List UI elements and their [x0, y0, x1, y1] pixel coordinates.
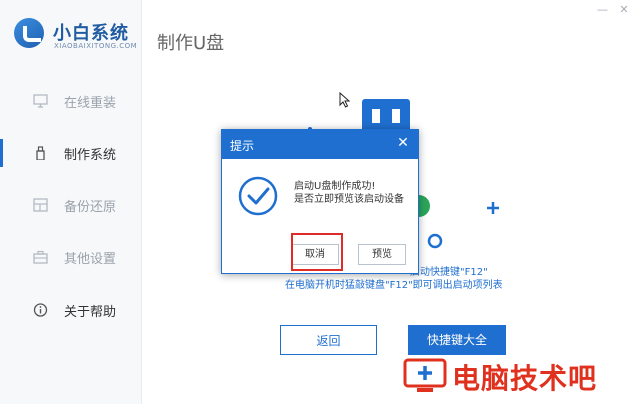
- cancel-highlight-box: [291, 233, 343, 271]
- back-button[interactable]: 返回: [280, 325, 377, 355]
- sidebar-item-online-reinstall[interactable]: 在线重装: [0, 79, 141, 123]
- usb-illustration-slot: [372, 109, 380, 123]
- ring-icon: [427, 233, 443, 249]
- sidebar-item-label: 备份还原: [64, 200, 117, 215]
- logo-subtitle: XIAOBAIXITONG.COM: [54, 42, 138, 50]
- sidebar-item-label: 其他设置: [64, 252, 117, 267]
- usb-illustration-slot: [392, 109, 400, 123]
- watermark: 电脑技术吧: [400, 355, 640, 399]
- sidebar: 小白系统 XIAOBAIXITONG.COM 在线重装 制作系统 备份还原 其他…: [0, 0, 142, 404]
- dialog-title: 提示: [230, 139, 255, 153]
- minimize-button[interactable]: —: [597, 4, 608, 15]
- watermark-monitor-icon: [403, 358, 447, 392]
- sidebar-item-label: 制作系统: [64, 148, 117, 163]
- plus-icon: [487, 202, 499, 214]
- sidebar-item-label: 关于帮助: [64, 305, 117, 320]
- hotkey-hint-line2: 在电脑开机时猛敲键盘"F12"即可调出启动项列表: [285, 280, 503, 291]
- usb-drive-icon: [36, 146, 45, 160]
- logo-badge-icon: [14, 18, 44, 48]
- backup-restore-icon: [33, 198, 48, 212]
- dialog-message-line2: 是否立即预览该启动设备: [294, 194, 404, 205]
- sidebar-item-label: 在线重装: [64, 96, 117, 111]
- check-circle-icon: [238, 176, 278, 216]
- preview-button[interactable]: 预览: [358, 244, 406, 265]
- hotkeys-list-button[interactable]: 快捷键大全: [408, 325, 506, 355]
- monitor-icon: [33, 94, 48, 108]
- dialog-close-button[interactable]: ✕: [395, 135, 411, 151]
- sidebar-item-make-system[interactable]: 制作系统: [0, 131, 141, 175]
- mouse-cursor-icon: [339, 92, 351, 108]
- info-icon: [33, 303, 48, 317]
- briefcase-icon: [33, 250, 48, 264]
- sidebar-item-about-help[interactable]: 关于帮助: [0, 288, 141, 332]
- sidebar-item-other-settings[interactable]: 其他设置: [0, 235, 141, 279]
- close-window-button[interactable]: ✕: [619, 4, 629, 15]
- app-logo: 小白系统 XIAOBAIXITONG.COM: [14, 14, 139, 58]
- watermark-text: 电脑技术吧: [452, 362, 598, 395]
- dialog-header: 提示 ✕: [222, 130, 418, 159]
- page-title: 制作U盘: [157, 33, 225, 54]
- sidebar-item-backup-restore[interactable]: 备份还原: [0, 183, 141, 227]
